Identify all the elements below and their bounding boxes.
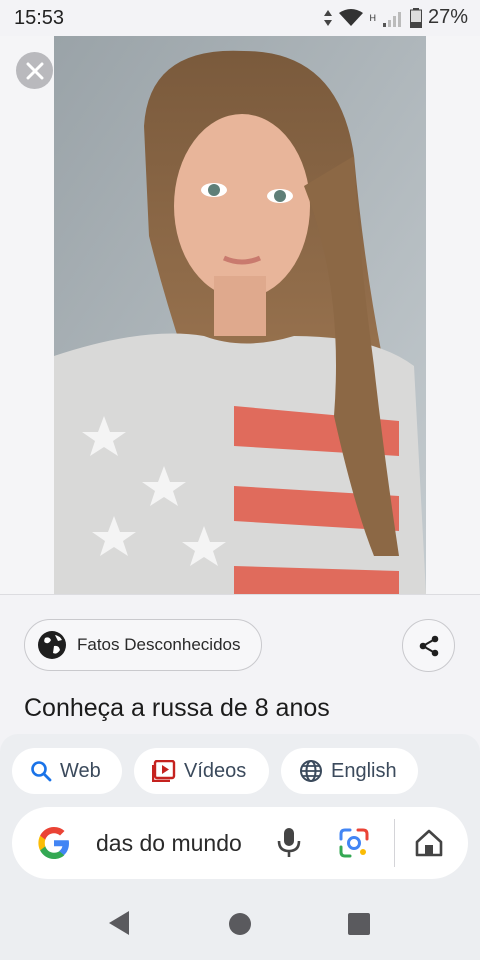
battery-percent: 27% <box>427 6 468 28</box>
search-bar[interactable]: das do mundo <box>12 807 468 879</box>
google-logo-icon <box>38 827 69 859</box>
network-type-label: H <box>369 12 376 23</box>
filter-english-label: English <box>331 759 397 782</box>
filter-videos-button[interactable]: Vídeos <box>134 748 269 794</box>
search-icon <box>31 761 52 782</box>
source-chip[interactable]: Fatos Desconhecidos <box>24 619 262 671</box>
search-query[interactable]: das do mundo <box>96 830 242 857</box>
home-nav-icon[interactable] <box>229 913 251 935</box>
globe-icon <box>300 760 322 782</box>
filter-english-button[interactable]: English <box>281 748 418 794</box>
wifi-icon <box>339 8 364 26</box>
image-viewer <box>0 36 480 594</box>
result-title[interactable]: Conheça a russa de 8 anos <box>24 694 330 723</box>
status-time: 15:53 <box>14 7 65 29</box>
share-button[interactable] <box>402 619 455 672</box>
filter-videos-label: Vídeos <box>184 759 247 782</box>
close-button[interactable] <box>16 52 53 89</box>
source-name: Fatos Desconhecidos <box>77 635 241 654</box>
share-icon <box>419 635 438 656</box>
recent-apps-icon[interactable] <box>348 913 370 935</box>
back-icon[interactable] <box>107 910 131 936</box>
close-icon <box>26 62 43 79</box>
status-bar: 15:53 H 27% <box>0 0 480 36</box>
search-divider <box>394 819 395 867</box>
divider <box>0 594 480 595</box>
result-photo[interactable] <box>54 36 426 594</box>
video-icon <box>152 760 176 782</box>
microphone-icon[interactable] <box>276 827 302 859</box>
filter-web-label: Web <box>60 759 101 782</box>
signal-icon <box>382 11 401 27</box>
home-icon[interactable] <box>414 829 444 857</box>
system-navigation-bar <box>0 880 480 960</box>
google-lens-icon[interactable] <box>338 827 370 859</box>
battery-icon <box>409 7 422 28</box>
data-arrows-icon <box>324 9 333 26</box>
globe-icon <box>38 631 66 659</box>
filter-web-button[interactable]: Web <box>12 748 122 794</box>
status-icons: H 27% <box>323 6 468 29</box>
